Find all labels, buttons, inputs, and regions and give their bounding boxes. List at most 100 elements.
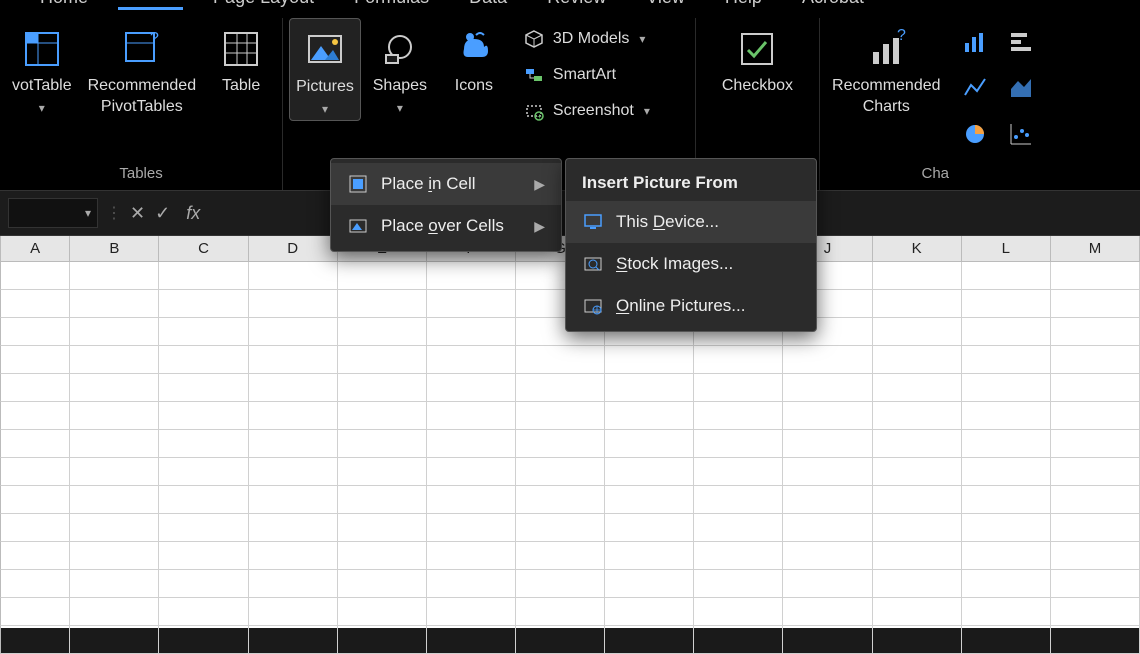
cell[interactable]: [694, 570, 783, 598]
recommended-charts-button[interactable]: ? Recommended Charts: [826, 18, 947, 122]
smartart-button[interactable]: SmartArt: [517, 60, 656, 90]
icons-button[interactable]: Icons: [439, 18, 509, 101]
cell[interactable]: [427, 458, 516, 486]
cell[interactable]: [783, 598, 872, 626]
cell[interactable]: [427, 262, 516, 290]
scatter-chart-button[interactable]: [1001, 114, 1041, 154]
cell[interactable]: [70, 570, 159, 598]
cell[interactable]: [1051, 374, 1140, 402]
cell[interactable]: [1051, 262, 1140, 290]
cell[interactable]: [1051, 626, 1140, 654]
cell[interactable]: [694, 626, 783, 654]
cell[interactable]: [962, 346, 1051, 374]
cell[interactable]: [605, 430, 694, 458]
cell[interactable]: [873, 542, 962, 570]
cell[interactable]: [873, 290, 962, 318]
cell[interactable]: [159, 598, 248, 626]
cell[interactable]: [159, 346, 248, 374]
cell[interactable]: [70, 458, 159, 486]
cell[interactable]: [159, 486, 248, 514]
col-header[interactable]: M: [1051, 236, 1140, 261]
cell[interactable]: [783, 458, 872, 486]
cell[interactable]: [605, 374, 694, 402]
cell[interactable]: [1051, 318, 1140, 346]
cell[interactable]: [159, 262, 248, 290]
cell[interactable]: [338, 570, 427, 598]
cell[interactable]: [427, 346, 516, 374]
cell[interactable]: [249, 626, 338, 654]
cell[interactable]: [1, 514, 70, 542]
cell[interactable]: [873, 514, 962, 542]
cell[interactable]: [783, 486, 872, 514]
cell[interactable]: [962, 458, 1051, 486]
cell[interactable]: [516, 374, 605, 402]
area-chart-button[interactable]: [1001, 68, 1041, 108]
cell[interactable]: [1, 318, 70, 346]
cell[interactable]: [427, 374, 516, 402]
cell[interactable]: [159, 318, 248, 346]
cell[interactable]: [694, 542, 783, 570]
cell[interactable]: [1, 430, 70, 458]
cell[interactable]: [1, 262, 70, 290]
cell[interactable]: [70, 402, 159, 430]
cell[interactable]: [962, 290, 1051, 318]
tab-data[interactable]: Data: [459, 0, 517, 10]
pie-chart-button[interactable]: [955, 114, 995, 154]
cell[interactable]: [338, 514, 427, 542]
cell[interactable]: [962, 514, 1051, 542]
cell[interactable]: [783, 570, 872, 598]
cell[interactable]: [427, 598, 516, 626]
cell[interactable]: [516, 402, 605, 430]
cell[interactable]: [249, 458, 338, 486]
cell[interactable]: [1, 374, 70, 402]
screenshot-button[interactable]: + Screenshot ▾: [517, 96, 656, 126]
tab-insert[interactable]: Insert: [118, 0, 183, 10]
cell[interactable]: [605, 402, 694, 430]
cell[interactable]: [249, 290, 338, 318]
cell[interactable]: [516, 430, 605, 458]
cell[interactable]: [249, 402, 338, 430]
cell[interactable]: [1051, 486, 1140, 514]
cell[interactable]: [962, 626, 1051, 654]
cell[interactable]: [70, 262, 159, 290]
cell[interactable]: [962, 430, 1051, 458]
cell[interactable]: [1051, 290, 1140, 318]
cell[interactable]: [516, 626, 605, 654]
cell[interactable]: [249, 486, 338, 514]
pictures-button[interactable]: Pictures ▾: [289, 18, 361, 121]
cell[interactable]: [1, 486, 70, 514]
cell[interactable]: [1051, 458, 1140, 486]
cell[interactable]: [427, 290, 516, 318]
cell[interactable]: [159, 542, 248, 570]
cell[interactable]: [159, 626, 248, 654]
cell[interactable]: [249, 262, 338, 290]
stock-images-item[interactable]: Stock Images...: [566, 243, 816, 285]
cell[interactable]: [605, 346, 694, 374]
cell[interactable]: [70, 346, 159, 374]
enter-formula-button[interactable]: ✓: [155, 203, 170, 224]
3d-models-button[interactable]: 3D Models ▾: [517, 24, 656, 54]
cell[interactable]: [427, 318, 516, 346]
cell[interactable]: [516, 514, 605, 542]
table-button[interactable]: Table: [206, 18, 276, 101]
column-chart-button[interactable]: [955, 22, 995, 62]
cell[interactable]: [962, 402, 1051, 430]
place-in-cell-item[interactable]: Place in Cell ▶: [331, 163, 561, 205]
fx-label[interactable]: fx: [186, 203, 200, 224]
cell[interactable]: [427, 486, 516, 514]
cell[interactable]: [873, 458, 962, 486]
cell[interactable]: [338, 262, 427, 290]
cell[interactable]: [873, 486, 962, 514]
cell[interactable]: [249, 542, 338, 570]
cell[interactable]: [516, 570, 605, 598]
cell[interactable]: [873, 374, 962, 402]
cell[interactable]: [605, 486, 694, 514]
cancel-formula-button[interactable]: ✕: [130, 203, 145, 224]
shapes-button[interactable]: Shapes ▾: [365, 18, 435, 119]
tab-formulas[interactable]: Formulas: [344, 0, 439, 10]
cell[interactable]: [1, 626, 70, 654]
tab-view[interactable]: View: [636, 0, 695, 10]
recommended-pivottables-button[interactable]: ? Recommended PivotTables: [82, 18, 203, 122]
name-box[interactable]: ▾: [8, 198, 98, 228]
cell[interactable]: [249, 570, 338, 598]
